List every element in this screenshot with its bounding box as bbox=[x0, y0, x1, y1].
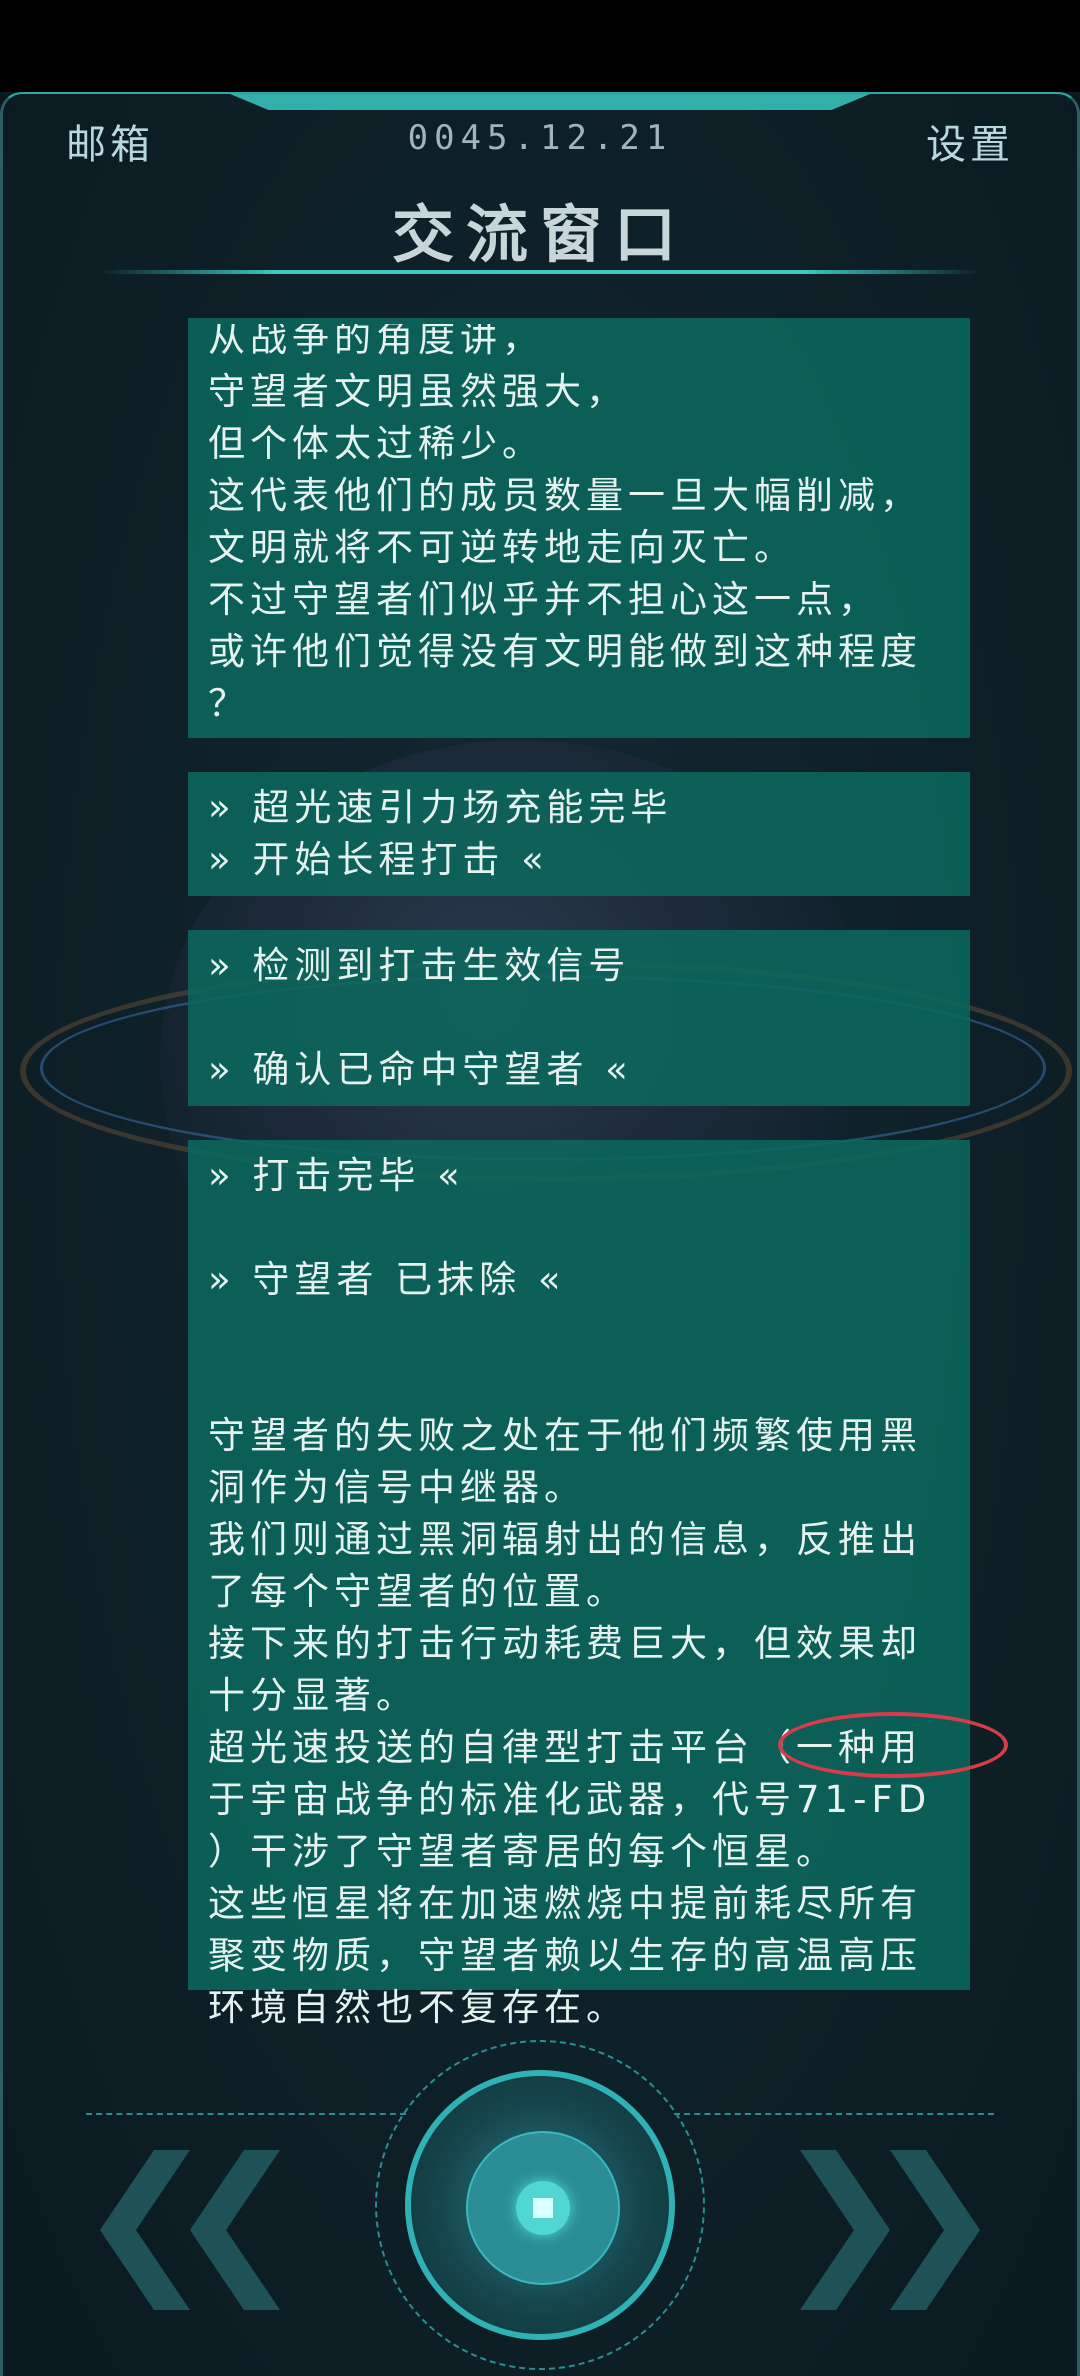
title-divider bbox=[100, 270, 980, 274]
message-bubble: » 检测到打击生效信号 » 确认已命中守望者 « bbox=[188, 930, 970, 1106]
center-button-core bbox=[466, 2131, 620, 2285]
message-line: » 开始长程打击 « bbox=[208, 838, 549, 881]
center-action-button[interactable] bbox=[405, 2070, 675, 2340]
previous-button[interactable] bbox=[100, 2150, 330, 2310]
message-line: 这些恒星将在加速燃烧中提前耗尽所有 bbox=[208, 1882, 922, 1925]
message-line: 聚变物质，守望者赖以生存的高温高压 bbox=[208, 1934, 922, 1977]
chevron-left-icon bbox=[190, 2150, 280, 2310]
message-line: 接下来的打击行动耗费巨大，但效果却 bbox=[208, 1622, 922, 1665]
date-label: 0045.12.21 bbox=[407, 118, 673, 158]
message-line: 文明就将不可逆转地走向灭亡。 bbox=[208, 526, 796, 569]
message-bubble: » 超光速引力场充能完毕 » 开始长程打击 « bbox=[188, 772, 970, 896]
message-line: 了每个守望者的位置。 bbox=[208, 1570, 628, 1613]
message-line: 守望者的失败之处在于他们频繁使用黑 bbox=[208, 1414, 922, 1457]
message-line: » 超光速引力场充能完毕 bbox=[208, 786, 673, 829]
annotation-circle bbox=[778, 1712, 1008, 1778]
message-line: 十分显著。 bbox=[208, 1674, 418, 1717]
message-line: » 确认已命中守望者 « bbox=[208, 1048, 633, 1091]
double-chevron-right-icon bbox=[800, 2150, 890, 2310]
message-line: 环境自然也不复存在。 bbox=[208, 1986, 628, 2029]
double-chevron-left-icon bbox=[100, 2150, 190, 2310]
message-line: » 打击完毕 « bbox=[208, 1154, 465, 1197]
message-line: » 检测到打击生效信号 bbox=[208, 944, 631, 987]
message-line: ）干涉了守望者寄居的每个恒星。 bbox=[208, 1830, 838, 1873]
settings-button[interactable]: 设置 bbox=[926, 112, 1014, 170]
message-bubble: » 打击完毕 « » 守望者 已抹除 « 守望者的失败之处在于他们频繁使用黑 洞… bbox=[188, 1140, 970, 2029]
message-line: 或许他们觉得没有文明能做到这种程度 bbox=[208, 630, 922, 673]
message-line: 于宇宙战争的标准化武器，代号71-FD bbox=[208, 1778, 932, 1821]
status-bar bbox=[0, 0, 1080, 92]
message-line: 从战争的角度讲， bbox=[208, 324, 544, 360]
message-line: 但个体太过稀少。 bbox=[208, 422, 544, 465]
top-glow-bar bbox=[230, 94, 870, 110]
app-screen: 邮箱 0045.12.21 设置 交流窗口 从战争的角度讲， 守望者文明虽然强大… bbox=[0, 0, 1080, 2376]
stop-icon bbox=[516, 2181, 570, 2235]
message-line: 不过守望者们似乎并不担心这一点， bbox=[208, 578, 880, 621]
message-line: » 守望者 已抹除 « bbox=[208, 1258, 566, 1301]
bottom-dashed-line-left bbox=[86, 2113, 406, 2115]
bottom-dashed-line-right bbox=[674, 2113, 994, 2115]
message-line: 守望者文明虽然强大， bbox=[208, 370, 628, 413]
chevron-right-icon bbox=[890, 2150, 980, 2310]
message-line: 这代表他们的成员数量一旦大幅削减， bbox=[208, 474, 922, 517]
stop-square bbox=[533, 2198, 553, 2218]
next-button[interactable] bbox=[750, 2150, 980, 2310]
message-bubble: 从战争的角度讲， 守望者文明虽然强大， 但个体太过稀少。 这代表他们的成员数量一… bbox=[188, 318, 970, 738]
message-line: 洞作为信号中继器。 bbox=[208, 1466, 586, 1509]
message-line: 我们则通过黑洞辐射出的信息，反推出 bbox=[208, 1518, 922, 1561]
message-line: ？ bbox=[208, 682, 250, 725]
page-title: 交流窗口 bbox=[391, 198, 688, 271]
